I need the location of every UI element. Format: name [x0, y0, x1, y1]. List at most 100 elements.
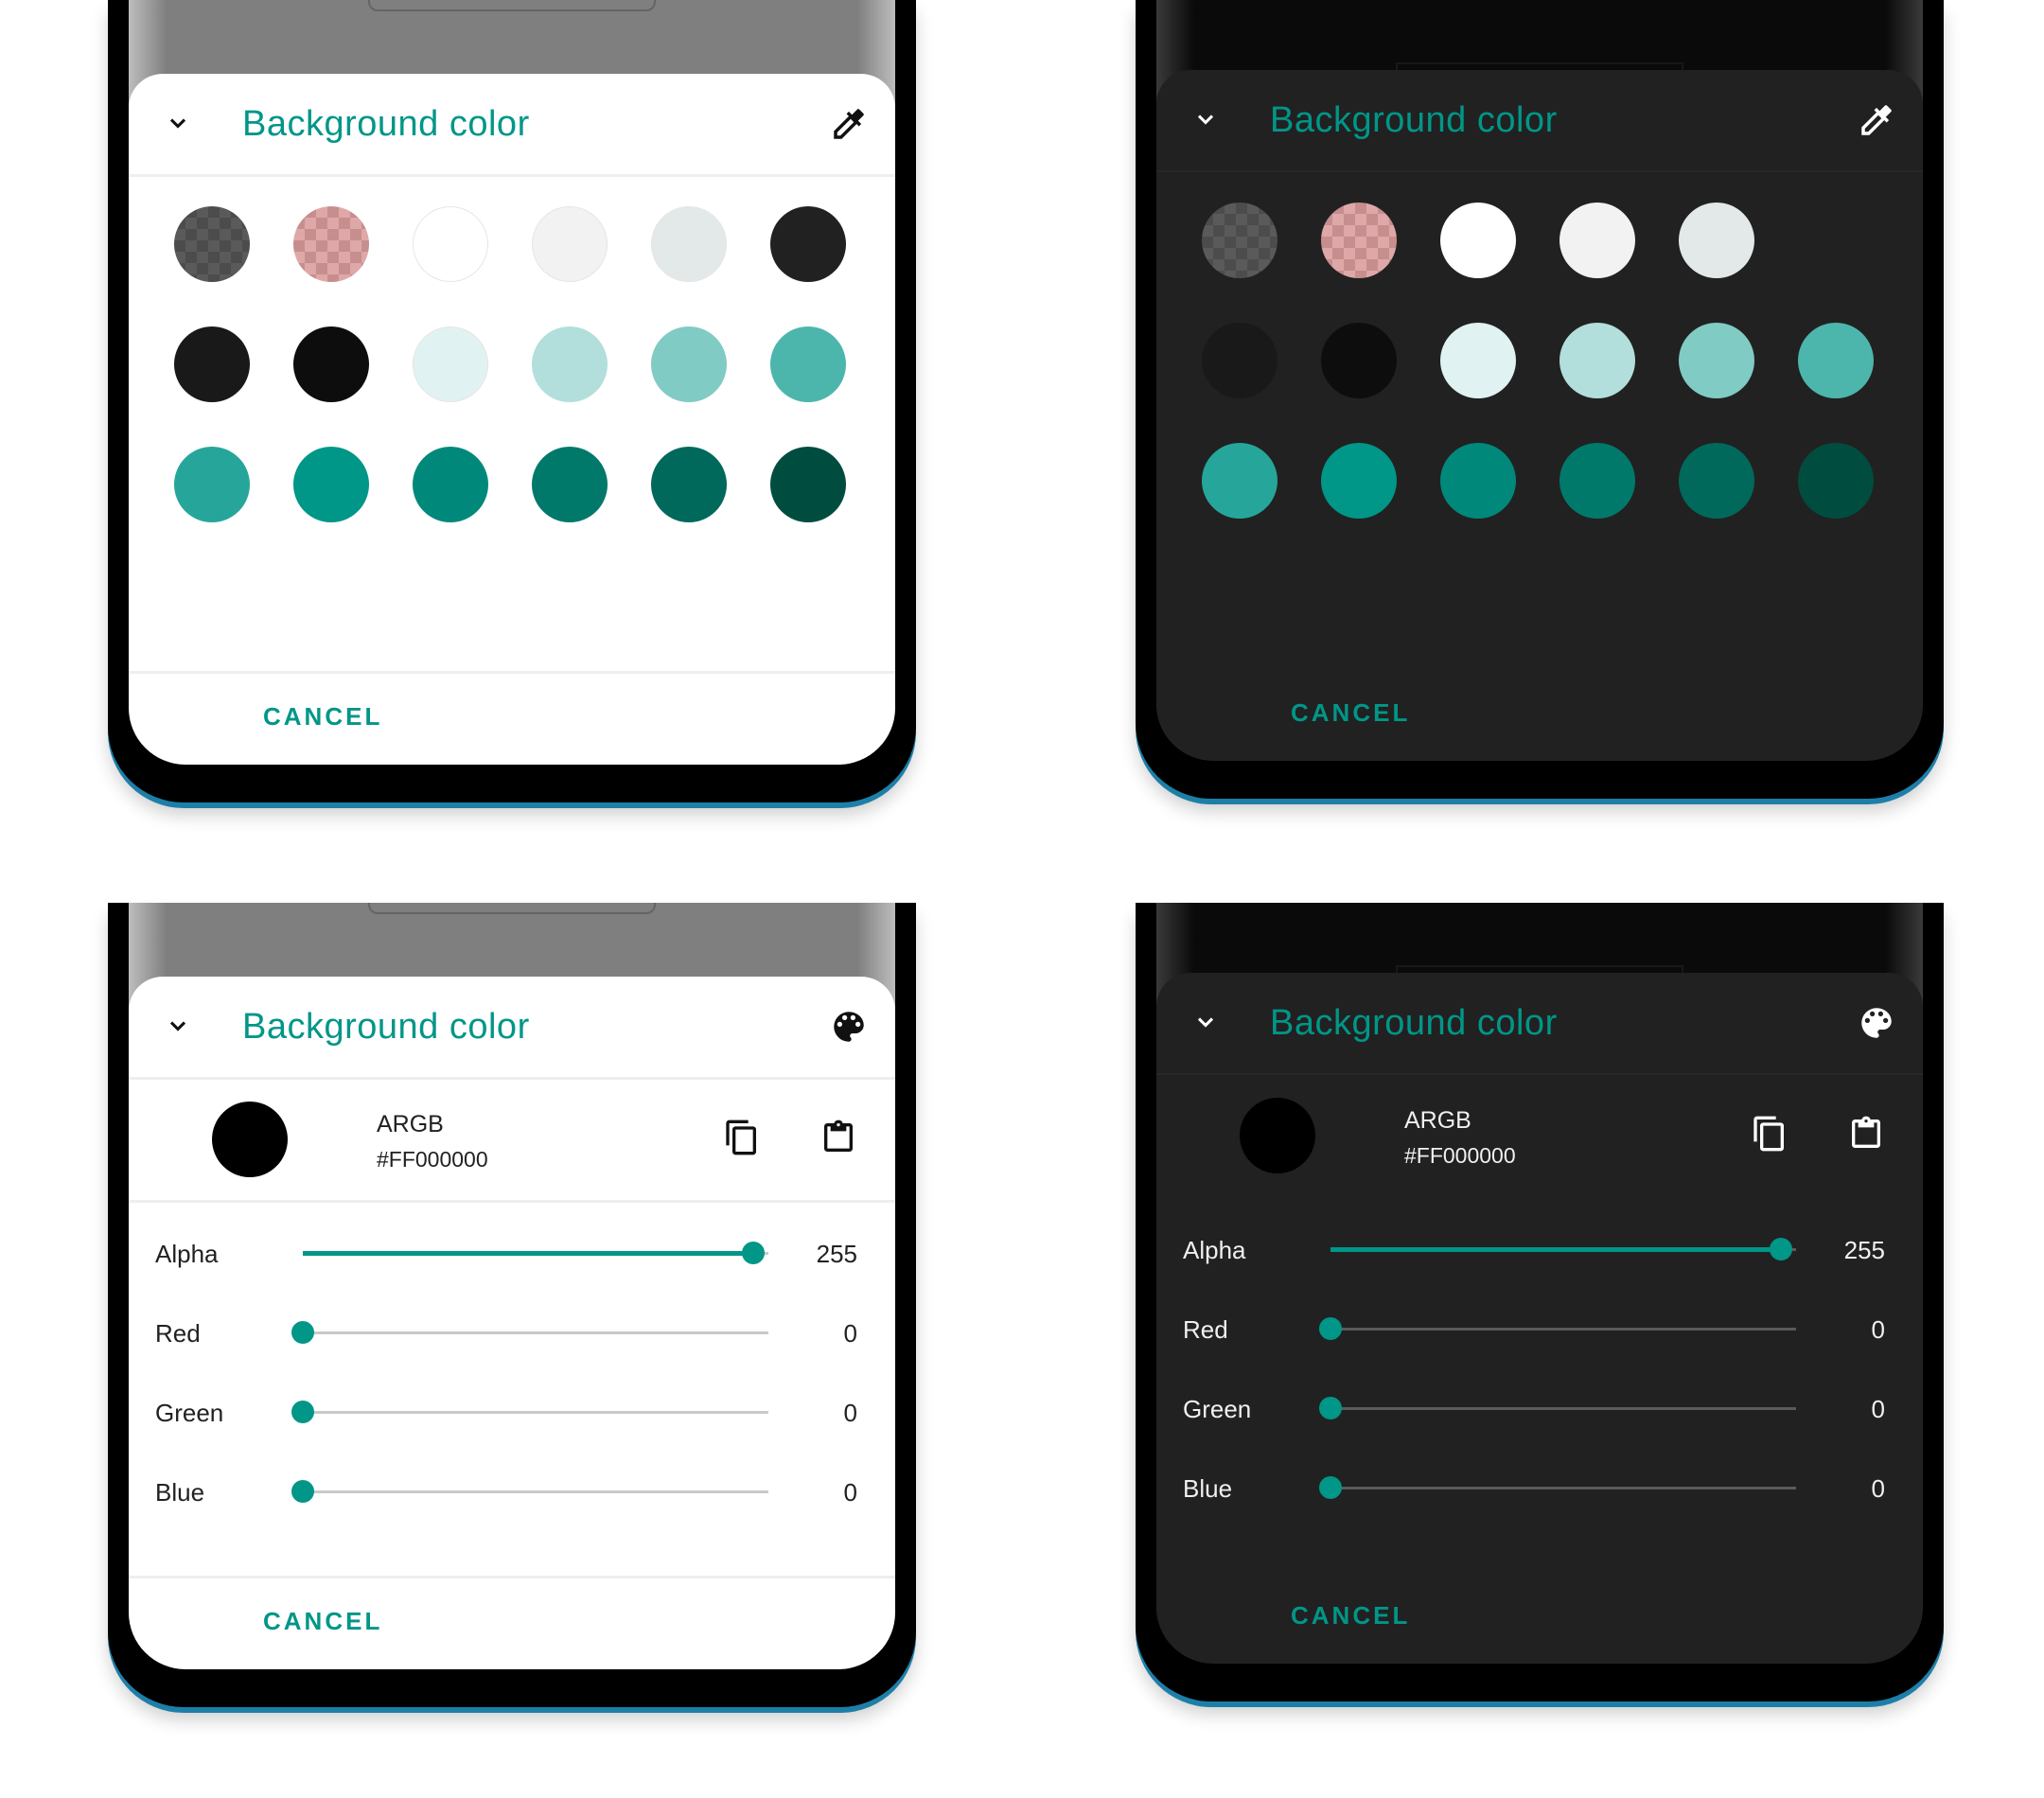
format-label: ARGB — [1404, 1107, 1471, 1134]
slider-label: Red — [155, 1319, 201, 1348]
color-swatch[interactable] — [1321, 323, 1397, 398]
color-swatch[interactable] — [1559, 323, 1635, 398]
color-swatch[interactable] — [1679, 443, 1754, 519]
color-swatch[interactable] — [1798, 323, 1874, 398]
dialog-title: Background color — [1270, 1002, 1558, 1043]
slider-thumb[interactable] — [1319, 1317, 1342, 1340]
eyedropper-icon[interactable] — [829, 104, 869, 144]
color-swatch[interactable] — [174, 326, 250, 402]
color-swatch[interactable] — [532, 206, 608, 282]
palette-icon[interactable] — [829, 1007, 869, 1047]
slider-thumb[interactable] — [1319, 1397, 1342, 1419]
cancel-button[interactable]: CANCEL — [1291, 1601, 1410, 1631]
color-swatch[interactable] — [293, 447, 369, 522]
slider-value: 0 — [1871, 1315, 1885, 1344]
color-swatch[interactable] — [651, 447, 727, 522]
sheet-footer: CANCEL — [129, 671, 895, 765]
chevron-down-icon[interactable] — [165, 110, 191, 136]
slider-track[interactable] — [1319, 1476, 1796, 1499]
sheet-header: Background color — [129, 977, 895, 1080]
color-preview — [212, 1102, 288, 1177]
slider-label: Blue — [1183, 1474, 1233, 1503]
phone-light-palette: Background color CANCEL — [108, 0, 916, 802]
slider-thumb[interactable] — [291, 1480, 314, 1503]
slider-track[interactable] — [291, 1401, 768, 1423]
slider-thumb[interactable] — [1319, 1476, 1342, 1499]
color-swatch[interactable] — [1679, 323, 1754, 398]
bottom-sheet: Background color CANCEL — [1156, 70, 1923, 761]
color-swatch[interactable] — [1321, 443, 1397, 519]
color-swatch[interactable] — [174, 206, 250, 282]
color-swatch[interactable] — [1559, 203, 1635, 278]
slider-thumb[interactable] — [742, 1242, 765, 1264]
slider-track[interactable] — [291, 1480, 768, 1503]
phone-dark-palette: Background color CANCEL — [1136, 0, 1944, 799]
color-swatch[interactable] — [651, 206, 727, 282]
color-swatch[interactable] — [413, 206, 488, 282]
color-swatch[interactable] — [1559, 443, 1635, 519]
swatch-grid — [129, 178, 895, 545]
color-swatch[interactable] — [651, 326, 727, 402]
color-swatch[interactable] — [293, 326, 369, 402]
hex-value[interactable]: #FF000000 — [1404, 1143, 1516, 1169]
color-swatch[interactable] — [770, 206, 846, 282]
color-swatch[interactable] — [1798, 203, 1874, 278]
paste-icon[interactable] — [1847, 1115, 1885, 1153]
slider-track[interactable] — [1330, 1238, 1796, 1260]
cancel-button[interactable]: CANCEL — [1291, 698, 1410, 728]
slider-row-green: Green 0 — [129, 1384, 895, 1440]
color-swatch[interactable] — [1321, 203, 1397, 278]
chevron-down-icon[interactable] — [1192, 1009, 1219, 1035]
cancel-button[interactable]: CANCEL — [263, 1607, 382, 1636]
slider-track[interactable] — [303, 1242, 768, 1264]
screen: Background color CANCEL — [129, 0, 895, 765]
color-swatch[interactable] — [1202, 443, 1278, 519]
slider-value: 255 — [1843, 1236, 1885, 1264]
color-swatch[interactable] — [532, 326, 608, 402]
slider-track[interactable] — [291, 1321, 768, 1344]
slider-value: 0 — [1871, 1474, 1885, 1503]
paste-icon[interactable] — [819, 1119, 857, 1156]
slider-row-blue: Blue 0 — [129, 1463, 895, 1520]
copy-icon[interactable] — [1751, 1115, 1788, 1153]
slider-thumb[interactable] — [291, 1401, 314, 1423]
color-swatch[interactable] — [293, 206, 369, 282]
palette-icon[interactable] — [1857, 1003, 1896, 1043]
cancel-button[interactable]: CANCEL — [263, 702, 382, 732]
slider-value: 0 — [843, 1399, 857, 1427]
color-swatch[interactable] — [1798, 443, 1874, 519]
slider-value: 0 — [843, 1478, 857, 1507]
color-swatch[interactable] — [413, 447, 488, 522]
argb-sliders: Alpha 255 Red 0 Green 0 Blue 0 — [129, 1200, 895, 1560]
screen: Background color ARGB #FF000000 Alpha 255… — [129, 903, 895, 1669]
hex-value[interactable]: #FF000000 — [377, 1147, 488, 1172]
slider-row-red: Red 0 — [129, 1304, 895, 1361]
slider-thumb[interactable] — [1770, 1238, 1792, 1260]
dialog-title: Background color — [1270, 99, 1558, 140]
phone-dark-custom: Background color ARGB #FF000000 Alpha 255… — [1136, 903, 1944, 1701]
color-swatch[interactable] — [1202, 323, 1278, 398]
slider-thumb[interactable] — [291, 1321, 314, 1344]
color-swatch[interactable] — [770, 447, 846, 522]
slider-fill — [1330, 1247, 1781, 1252]
color-swatch[interactable] — [1202, 203, 1278, 278]
slider-fill — [303, 1251, 753, 1256]
color-swatch[interactable] — [1440, 203, 1516, 278]
dialog-title: Background color — [242, 103, 530, 144]
slider-row-alpha: Alpha 255 — [1156, 1221, 1923, 1278]
copy-icon[interactable] — [723, 1119, 761, 1156]
color-swatch[interactable] — [1440, 443, 1516, 519]
eyedropper-icon[interactable] — [1857, 100, 1896, 140]
chevron-down-icon[interactable] — [1192, 106, 1219, 132]
color-swatch[interactable] — [532, 447, 608, 522]
color-swatch[interactable] — [174, 447, 250, 522]
color-swatch[interactable] — [1440, 323, 1516, 398]
chevron-down-icon[interactable] — [165, 1013, 191, 1039]
color-swatch[interactable] — [413, 326, 488, 402]
slider-label: Red — [1183, 1315, 1228, 1344]
slider-track[interactable] — [1319, 1317, 1796, 1340]
color-swatch[interactable] — [1679, 203, 1754, 278]
sheet-footer: CANCEL — [1156, 1573, 1923, 1664]
slider-track[interactable] — [1319, 1397, 1796, 1419]
color-swatch[interactable] — [770, 326, 846, 402]
